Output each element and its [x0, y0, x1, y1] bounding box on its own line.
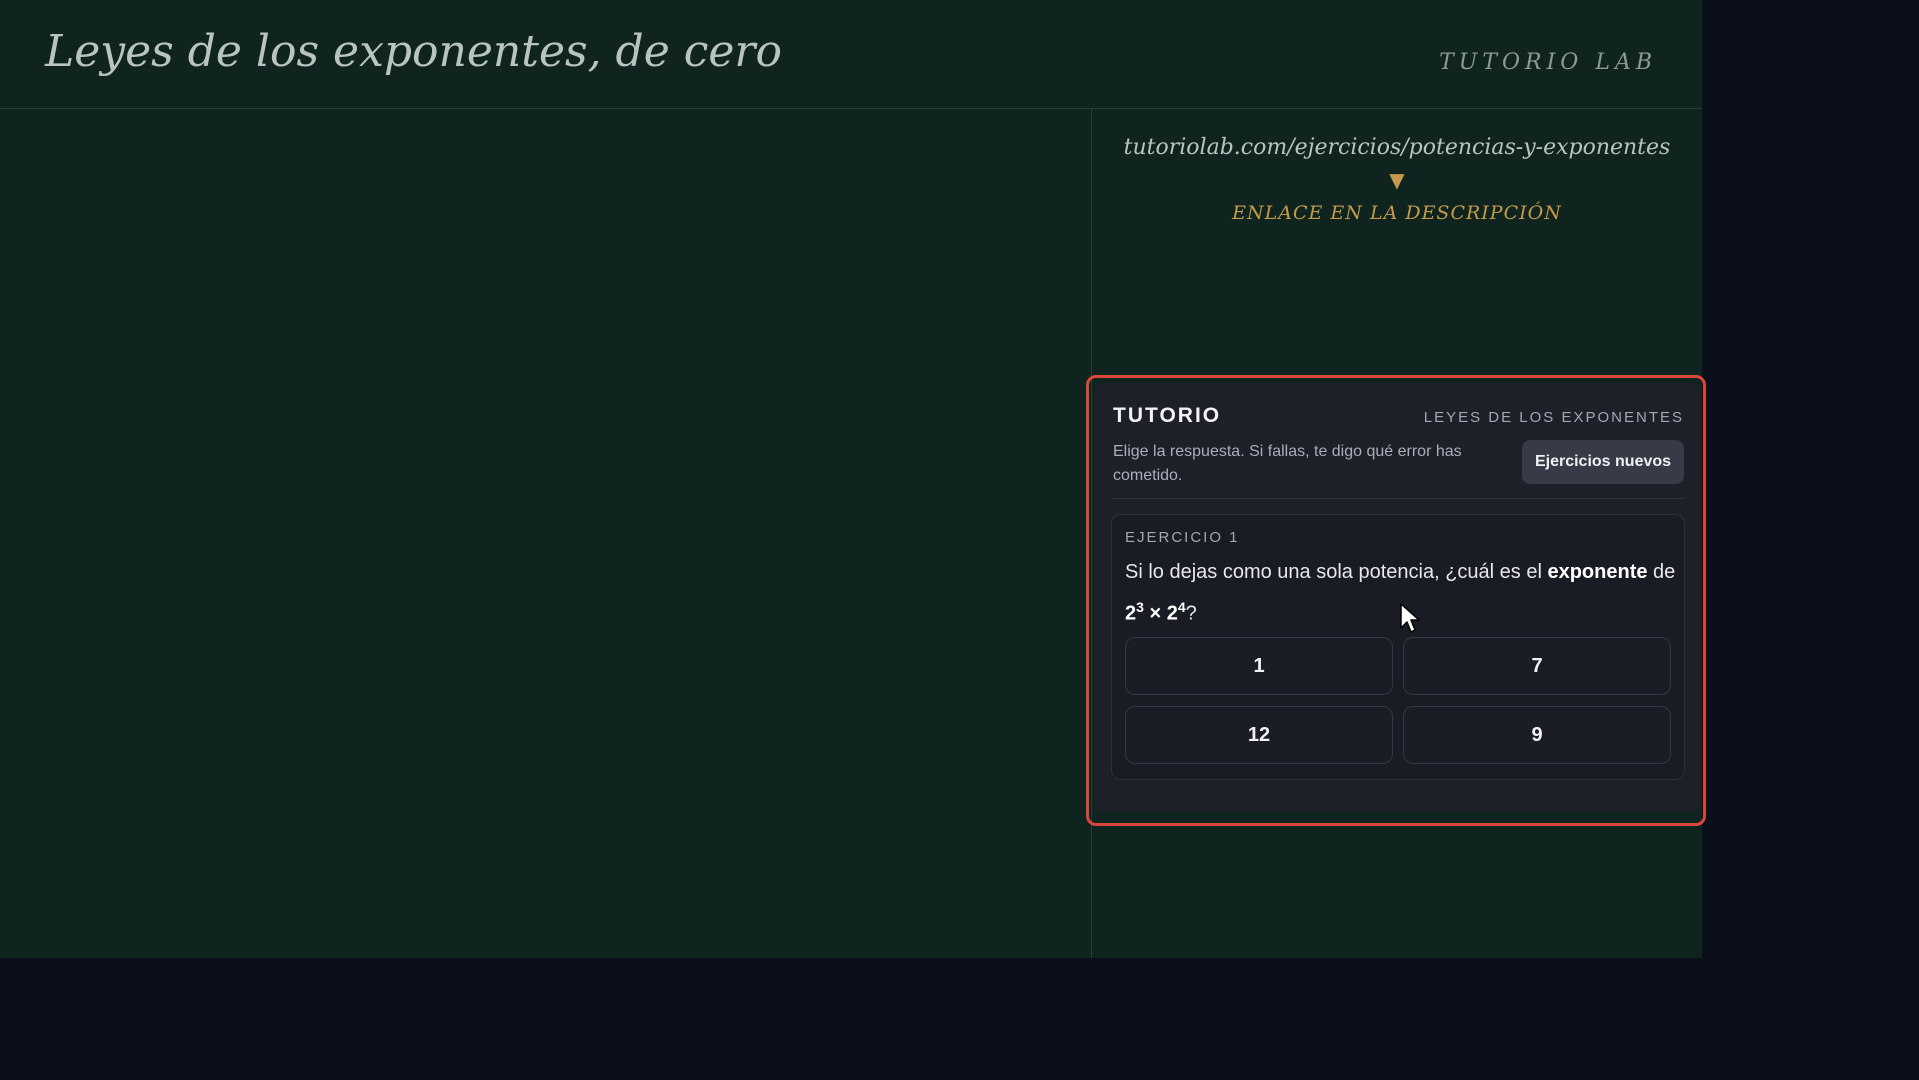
tutorio-panel: TUTORIO LEYES DE LOS EXPONENTES Elige la…: [1094, 383, 1702, 812]
mouse-cursor-icon: [1400, 603, 1420, 633]
link-area: tutoriolab.com/ejercicios/potencias-y-ex…: [1092, 109, 1702, 224]
answer-option-3[interactable]: 12: [1125, 706, 1393, 764]
exercise-card: EJERCICIO 1 Si lo dejas como una sola po…: [1111, 514, 1685, 780]
power-exponent-1: 3: [1136, 599, 1144, 615]
header: Leyes de los exponentes, de cero TUTORIO…: [0, 0, 1702, 109]
multiply-operator: ×: [1143, 602, 1167, 625]
exercise-label: EJERCICIO 1: [1125, 529, 1240, 546]
video-stage: Leyes de los exponentes, de cero TUTORIO…: [0, 0, 1706, 958]
link-note: ENLACE EN LA DESCRIPCIÓN: [1232, 202, 1562, 224]
question-prefix: Si lo dejas como una sola potencia, ¿cuá…: [1125, 561, 1548, 583]
power-exponent-2: 4: [1177, 599, 1186, 615]
brand-logo: TUTORIO LAB: [1439, 50, 1657, 75]
panel-description: Elige la respuesta. Si fallas, te digo q…: [1113, 443, 1462, 484]
question-keyword: exponente: [1547, 561, 1648, 583]
link-url[interactable]: tutoriolab.com/ejercicios/potencias-y-ex…: [1092, 135, 1702, 160]
power-base-2: 2: [1166, 602, 1178, 625]
answer-option-4[interactable]: 9: [1403, 706, 1671, 764]
panel-topic: LEYES DE LOS EXPONENTES: [1423, 409, 1684, 426]
page-title: Leyes de los exponentes, de cero: [45, 26, 782, 77]
question-mid: de: [1647, 561, 1676, 583]
panel-separator: [1112, 498, 1684, 499]
new-exercises-button[interactable]: Ejercicios nuevos: [1522, 440, 1684, 484]
panel-title: TUTORIO: [1113, 404, 1222, 427]
question-suffix: ?: [1185, 602, 1197, 625]
answer-option-2[interactable]: 7: [1403, 637, 1671, 695]
power-base-1: 2: [1125, 602, 1137, 625]
answer-option-1[interactable]: 1: [1125, 637, 1393, 695]
arrow-down-icon: ▼: [1389, 168, 1405, 192]
